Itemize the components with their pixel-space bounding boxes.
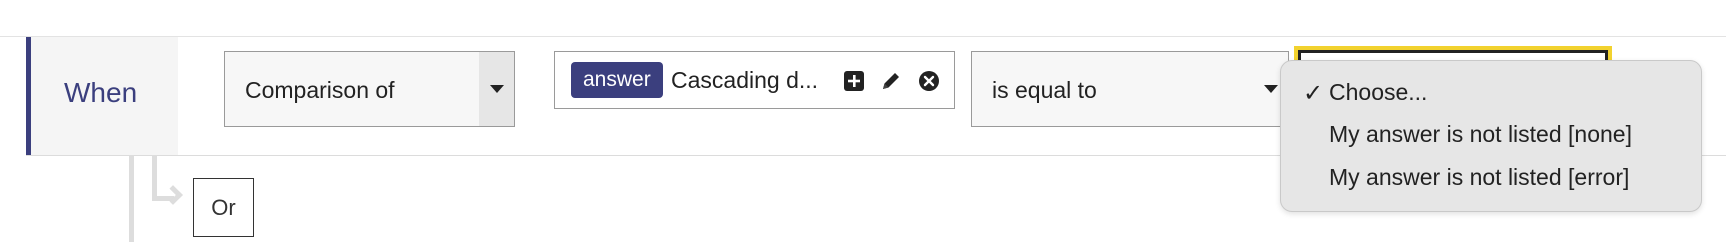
or-button[interactable]: Or: [193, 178, 254, 237]
operator-select-value: is equal to: [992, 77, 1097, 103]
dropdown-option-choose[interactable]: Choose...: [1329, 79, 1427, 106]
value-dropdown-menu: ✓ Choose... My answer is not listed [non…: [1280, 60, 1702, 212]
answer-question-text: Cascading d...: [671, 67, 819, 93]
tree-connector-line: [129, 155, 134, 242]
dropdown-option-not-listed-none[interactable]: My answer is not listed [none]: [1329, 121, 1632, 148]
caret-down-icon: [490, 85, 504, 93]
comparison-select-toggle[interactable]: [479, 52, 514, 126]
comparison-select-value: Comparison of: [245, 77, 395, 103]
plus-square-icon[interactable]: [843, 70, 865, 92]
when-cell: When: [26, 37, 178, 155]
dropdown-option-not-listed-error[interactable]: My answer is not listed [error]: [1329, 164, 1629, 191]
comparison-select[interactable]: Comparison of: [224, 51, 515, 127]
answer-field[interactable]: answer Cascading d...: [554, 51, 955, 109]
caret-down-icon: [1264, 85, 1278, 93]
close-circle-icon[interactable]: [918, 70, 940, 92]
pencil-icon[interactable]: [880, 70, 902, 92]
when-label: When: [64, 77, 138, 108]
checkmark-icon: ✓: [1303, 80, 1324, 107]
arrow-right-icon: [163, 185, 183, 205]
operator-select[interactable]: is equal to: [971, 51, 1289, 127]
answer-badge: answer: [571, 62, 663, 98]
branch-connector-line: [152, 155, 157, 201]
